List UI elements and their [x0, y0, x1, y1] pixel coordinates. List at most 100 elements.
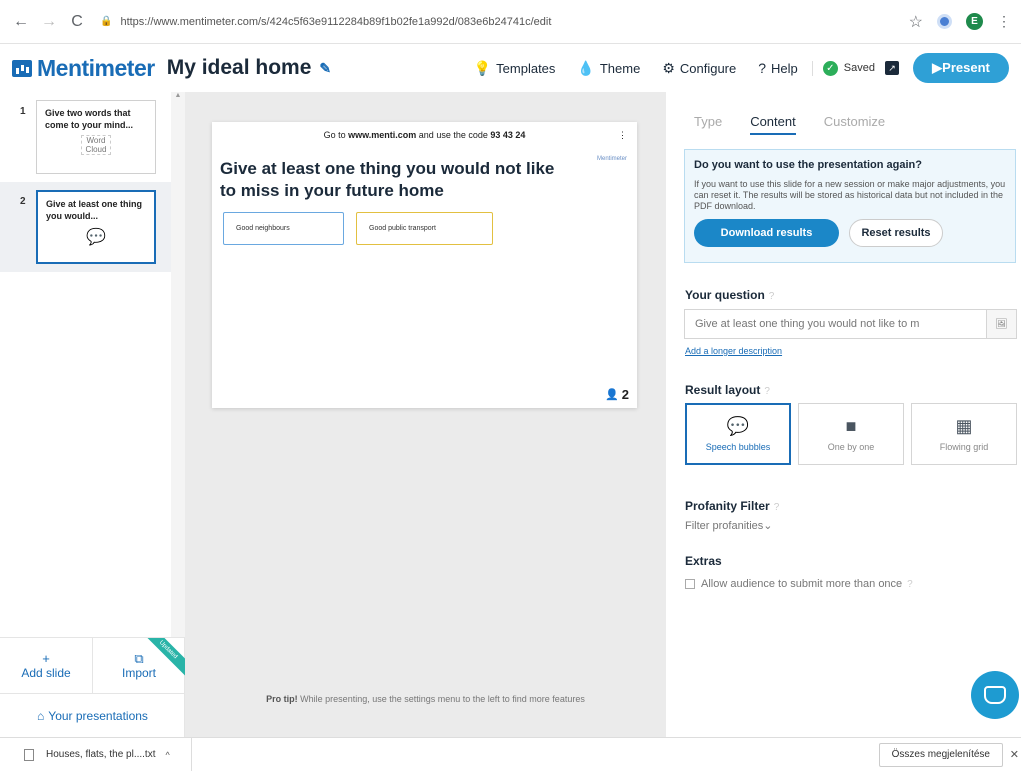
download-filename: Houses, flats, the pl....txt	[46, 749, 156, 760]
scroll-up-icon[interactable]: ▲	[171, 92, 185, 99]
plus-icon: +	[42, 650, 50, 666]
lock-icon: 🔒	[100, 16, 113, 27]
chevron-up-icon[interactable]: ^	[166, 750, 170, 760]
help-icon[interactable]: ?	[907, 579, 913, 590]
help-button[interactable]: ? Help	[758, 60, 798, 76]
slide-brand-mark: Mentimeter	[596, 156, 627, 162]
tab-content[interactable]: Content	[750, 114, 796, 135]
response-bubble: Good neighbours	[223, 212, 344, 245]
response-count-value: 2	[621, 387, 629, 402]
lightbulb-icon: 💡	[473, 59, 492, 76]
notice-title: Do you want to use the presentation agai…	[694, 159, 922, 171]
slide-more-icon[interactable]: ⋮	[618, 130, 627, 141]
download-results-button[interactable]: Download results	[694, 219, 839, 247]
download-item[interactable]: Houses, flats, the pl....txt ^	[0, 737, 192, 771]
code-site: www.menti.com	[348, 130, 417, 140]
panel-tabs: Type Content Customize	[694, 114, 885, 135]
profanity-value: Filter profanities	[685, 520, 764, 532]
presentation-title[interactable]: My ideal home ✎	[167, 56, 331, 80]
layout-one-by-one[interactable]: ■ One by one	[798, 403, 904, 465]
multiple-submissions-checkbox[interactable]	[685, 579, 695, 589]
slide-sidebar: 1 Give two words that come to your mind.…	[0, 92, 185, 737]
layout-label: Flowing grid	[939, 442, 989, 452]
help-label: Help	[771, 60, 798, 76]
import-button[interactable]: ⧉ Import Updated	[92, 638, 185, 693]
configure-button[interactable]: ⚙ Configure	[662, 60, 736, 77]
help-icon[interactable]: ?	[764, 386, 770, 397]
slide-question: Give at least one thing you would not li…	[220, 159, 555, 200]
your-presentations-label: Your presentations	[48, 708, 148, 723]
layout-label: Speech bubbles	[705, 442, 771, 452]
brand-name: Mentimeter	[37, 54, 155, 81]
file-icon	[24, 748, 34, 761]
profanity-dropdown[interactable]: Filter profanities⌄	[685, 519, 772, 532]
reload-icon[interactable]: C	[66, 11, 88, 33]
brand-logo[interactable]: Mentimeter	[12, 55, 155, 82]
layout-speech-bubbles[interactable]: 💬 Speech bubbles	[685, 403, 791, 465]
help-icon[interactable]: ?	[769, 291, 775, 302]
add-slide-button[interactable]: + Add slide	[0, 638, 92, 693]
card-icon: ■	[845, 416, 857, 436]
theme-label: Theme	[599, 60, 641, 76]
add-slide-label: Add slide	[21, 665, 71, 680]
tab-customize[interactable]: Customize	[824, 114, 885, 135]
browser-toolbar: ← → C 🔒 https://www.mentimeter.com/s/424…	[0, 0, 1021, 44]
your-question-text: Your question	[685, 288, 765, 302]
close-icon[interactable]: ✕	[1010, 748, 1019, 761]
tab-type[interactable]: Type	[694, 114, 722, 135]
join-code-line: Go to www.menti.com and use the code 93 …	[212, 130, 637, 140]
voting-code: 93 43 24	[490, 130, 526, 140]
add-description-link[interactable]: Add a longer description	[685, 346, 782, 356]
droplet-icon: 💧	[577, 59, 595, 76]
slide-list: 1 Give two words that come to your mind.…	[0, 92, 171, 637]
theme-button[interactable]: 💧 Theme	[577, 60, 640, 77]
extension-icon[interactable]	[937, 14, 952, 29]
slide-number: 2	[20, 196, 26, 207]
support-chat-button[interactable]	[971, 671, 1019, 719]
fullscreen-icon[interactable]: ↗	[885, 61, 899, 75]
address-bar[interactable]: 🔒 https://www.mentimeter.com/s/424c5f63e…	[100, 8, 899, 36]
app-window: ← → C 🔒 https://www.mentimeter.com/s/424…	[0, 0, 1021, 771]
edit-panel: Type Content Customize Do you want to us…	[666, 92, 1021, 737]
slide-thumbnail[interactable]: Give two words that come to your mind...…	[36, 100, 156, 174]
help-icon[interactable]: ?	[774, 502, 780, 513]
back-icon[interactable]: ←	[10, 11, 32, 33]
result-layout-label: Result layout?	[685, 383, 770, 397]
edit-pencil-icon[interactable]: ✎	[319, 60, 331, 77]
download-bar: Houses, flats, the pl....txt ^ Összes me…	[0, 737, 1021, 771]
grid-icon: ▦	[955, 416, 973, 436]
slide-actions: + Add slide ⧉ Import Updated	[0, 637, 185, 693]
image-upload-icon[interactable]: 🖼	[987, 309, 1017, 339]
url-text: https://www.mentimeter.com/s/424c5f63e91…	[120, 15, 552, 28]
templates-button[interactable]: 💡 Templates	[474, 60, 556, 77]
slide-item-2[interactable]: 2 Give at least one thing you would... 💬	[0, 182, 171, 272]
profile-avatar[interactable]: E	[966, 13, 983, 30]
response-bubble: Good public transport	[356, 212, 493, 245]
slide-canvas: Go to www.menti.com and use the code 93 …	[185, 92, 666, 737]
reset-results-button[interactable]: Reset results	[849, 219, 943, 247]
forward-icon[interactable]: →	[38, 11, 60, 33]
slide-thumb-text: Give two words that come to your mind...	[45, 108, 134, 130]
browser-menu-icon[interactable]: ⋮	[997, 13, 1011, 30]
notice-body: If you want to use this slide for a new …	[694, 179, 1006, 211]
response-count: 👤 2	[605, 387, 629, 402]
multiple-submissions-option[interactable]: Allow audience to submit more than once …	[685, 578, 913, 590]
your-question-label: Your question?	[685, 288, 774, 302]
bookmark-star-icon[interactable]: ☆	[909, 12, 923, 32]
show-all-downloads-button[interactable]: Összes megjelenítése	[878, 742, 1003, 767]
slide-list-scrollbar[interactable]: ▲	[171, 92, 185, 637]
slide-item-1[interactable]: 1 Give two words that come to your mind.…	[0, 92, 171, 182]
slide-thumb-text: Give at least one thing you would...	[46, 199, 143, 221]
present-button[interactable]: ▶Present	[913, 53, 1009, 83]
reuse-notice: Do you want to use the presentation agai…	[684, 149, 1016, 263]
logo-icon	[12, 59, 32, 77]
layout-flowing-grid[interactable]: ▦ Flowing grid	[911, 403, 1017, 465]
slide-thumbnail[interactable]: Give at least one thing you would... 💬	[36, 190, 156, 264]
your-presentations-link[interactable]: ⌂ Your presentations	[0, 693, 185, 737]
speech-bubbles-icon: 💬	[86, 229, 106, 246]
layout-label: One by one	[827, 442, 875, 452]
question-input[interactable]: Give at least one thing you would not li…	[684, 309, 987, 339]
import-label: Import	[121, 665, 156, 680]
protip-label: Pro tip!	[266, 694, 298, 704]
slide-preview[interactable]: Go to www.menti.com and use the code 93 …	[212, 122, 637, 408]
